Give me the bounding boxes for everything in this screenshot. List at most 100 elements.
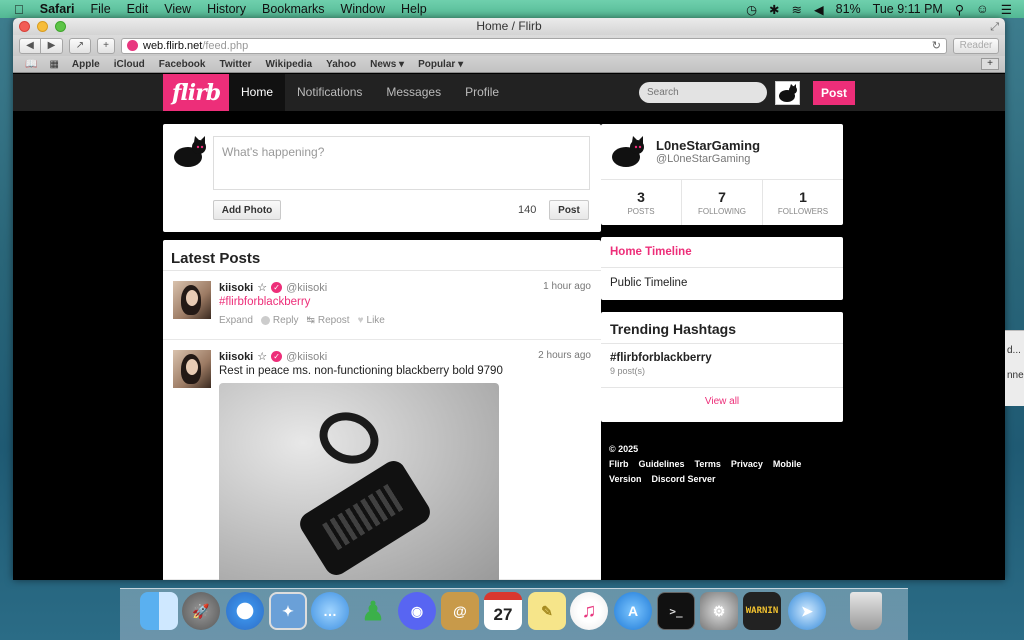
menu-help[interactable]: Help bbox=[393, 2, 435, 16]
forward-button[interactable]: ▶ bbox=[41, 37, 63, 54]
footer-privacy[interactable]: Privacy bbox=[731, 459, 763, 469]
preview-icon[interactable]: ✦ bbox=[269, 592, 307, 630]
console-icon[interactable]: WARNIN bbox=[743, 592, 781, 630]
time-machine-icon[interactable]: ◷ bbox=[740, 2, 763, 17]
apple-menu-icon[interactable]:  bbox=[0, 2, 32, 17]
search-input[interactable] bbox=[639, 82, 767, 103]
post-avatar[interactable] bbox=[173, 350, 211, 388]
stickies-icon[interactable]: ✎ bbox=[528, 592, 566, 630]
public-timeline-link[interactable]: Public Timeline bbox=[601, 268, 843, 299]
share-button[interactable]: ↗ bbox=[69, 37, 91, 54]
bookmark-facebook[interactable]: Facebook bbox=[152, 59, 213, 70]
reading-list-icon[interactable]: 📖 bbox=[19, 59, 43, 70]
discord-icon[interactable]: ◉ bbox=[398, 592, 436, 630]
clock[interactable]: Tue 9:11 PM bbox=[867, 2, 949, 16]
stat-posts[interactable]: 3 POSTS bbox=[601, 180, 682, 225]
compose-input[interactable] bbox=[213, 136, 590, 190]
footer-guidelines[interactable]: Guidelines bbox=[639, 459, 685, 469]
reply-button[interactable]: Reply bbox=[260, 315, 299, 326]
calendar-icon[interactable]: 27 bbox=[484, 592, 522, 630]
contacts-icon[interactable]: @ bbox=[441, 592, 479, 630]
post-username[interactable]: kiisoki bbox=[219, 351, 253, 363]
menu-file[interactable]: File bbox=[83, 2, 119, 16]
messages-icon[interactable]: … bbox=[311, 592, 349, 630]
top-sites-icon[interactable]: ▦ bbox=[43, 59, 64, 70]
menu-history[interactable]: History bbox=[199, 2, 254, 16]
post-username[interactable]: kiisoki bbox=[219, 282, 253, 294]
app-store-icon[interactable]: A bbox=[614, 592, 652, 630]
nav-avatar[interactable] bbox=[775, 81, 800, 105]
menu-edit[interactable]: Edit bbox=[119, 2, 157, 16]
nav-home[interactable]: Home bbox=[229, 74, 286, 111]
user-icon[interactable]: ☺ bbox=[970, 2, 995, 16]
bookmark-popular[interactable]: Popular ▾ bbox=[411, 59, 470, 70]
close-window-button[interactable] bbox=[19, 21, 30, 32]
spotlight-icon[interactable]: ⚲ bbox=[949, 2, 970, 17]
bookmark-apple[interactable]: Apple bbox=[65, 59, 107, 70]
post-timestamp[interactable]: 1 hour ago bbox=[543, 281, 591, 292]
new-tab-button[interactable]: + bbox=[97, 37, 115, 54]
safari-icon[interactable]: ➤ bbox=[788, 592, 826, 630]
view-all-link[interactable]: View all bbox=[601, 388, 843, 407]
system-preferences-icon[interactable]: ⚙ bbox=[700, 592, 738, 630]
nav-profile[interactable]: Profile bbox=[453, 74, 511, 111]
nav-notifications[interactable]: Notifications bbox=[285, 74, 374, 111]
post-handle[interactable]: @kiisoki bbox=[286, 282, 327, 294]
stat-following-label: FOLLOWING bbox=[697, 207, 746, 216]
stat-followers[interactable]: 1 FOLLOWERS bbox=[763, 180, 843, 225]
add-photo-button[interactable]: Add Photo bbox=[213, 200, 281, 220]
finder-icon[interactable] bbox=[140, 592, 178, 630]
repost-button[interactable]: ↹ Repost bbox=[307, 315, 350, 326]
profile-name[interactable]: L0neStarGaming bbox=[656, 138, 760, 153]
messenger-icon[interactable]: ♟ bbox=[354, 592, 392, 630]
post-avatar[interactable] bbox=[173, 281, 211, 319]
footer-terms[interactable]: Terms bbox=[695, 459, 721, 469]
chrome-icon[interactable] bbox=[226, 592, 264, 630]
like-button[interactable]: ♥ Like bbox=[358, 315, 385, 326]
bookmark-news[interactable]: News ▾ bbox=[363, 59, 411, 70]
post-photo[interactable] bbox=[219, 383, 499, 580]
star-icon: ☆ bbox=[257, 282, 268, 294]
stat-following[interactable]: 7 FOLLOWING bbox=[682, 180, 763, 225]
zoom-window-button[interactable] bbox=[55, 21, 66, 32]
battery-status[interactable]: 81% bbox=[830, 2, 867, 16]
itunes-icon[interactable]: ♫ bbox=[570, 592, 608, 630]
bookmark-twitter[interactable]: Twitter bbox=[212, 59, 258, 70]
bookmark-icloud[interactable]: iCloud bbox=[107, 59, 152, 70]
profile-avatar[interactable] bbox=[611, 136, 647, 168]
footer-discord[interactable]: Discord Server bbox=[652, 474, 716, 484]
menu-window[interactable]: Window bbox=[333, 2, 393, 16]
profile-card: L0neStarGaming @L0neStarGaming 3 POSTS 7… bbox=[601, 124, 843, 225]
minimize-window-button[interactable] bbox=[37, 21, 48, 32]
expand-link[interactable]: Expand bbox=[219, 315, 253, 326]
add-bookmark-button[interactable]: + bbox=[981, 58, 999, 70]
nav-messages[interactable]: Messages bbox=[374, 74, 453, 111]
launchpad-icon[interactable]: 🚀 bbox=[182, 592, 220, 630]
bluetooth-icon[interactable]: ✱ bbox=[763, 2, 785, 17]
post-timestamp[interactable]: 2 hours ago bbox=[538, 350, 591, 361]
app-menu[interactable]: Safari bbox=[32, 2, 83, 16]
stat-followers-label: FOLLOWERS bbox=[777, 207, 829, 216]
back-button[interactable]: ◀ bbox=[19, 37, 41, 54]
reload-icon[interactable]: ↻ bbox=[932, 39, 941, 52]
fullscreen-icon[interactable]: ⤢ bbox=[990, 19, 999, 36]
post-hashtag[interactable]: #flirbforblackberry bbox=[219, 296, 310, 308]
trash-icon[interactable] bbox=[850, 592, 882, 630]
address-bar[interactable]: web.flirb.net /feed.php ↻ bbox=[121, 37, 947, 54]
terminal-icon[interactable]: >_ bbox=[657, 592, 695, 630]
wifi-icon[interactable]: ≋ bbox=[786, 2, 808, 17]
trending-hashtag[interactable]: #flirbforblackberry bbox=[601, 344, 843, 364]
notification-center-icon[interactable]: ☰ bbox=[995, 2, 1018, 17]
flirb-logo[interactable]: flirb bbox=[163, 74, 229, 111]
home-timeline-link[interactable]: Home Timeline bbox=[601, 237, 843, 268]
bookmark-wikipedia[interactable]: Wikipedia bbox=[259, 59, 320, 70]
post-handle[interactable]: @kiisoki bbox=[286, 351, 327, 363]
compose-post-button[interactable]: Post bbox=[549, 200, 589, 220]
background-window[interactable]: d... nne bbox=[1005, 330, 1024, 406]
volume-icon[interactable]: ◀ bbox=[808, 2, 830, 17]
bookmark-yahoo[interactable]: Yahoo bbox=[319, 59, 363, 70]
menu-view[interactable]: View bbox=[156, 2, 199, 16]
menu-bookmarks[interactable]: Bookmarks bbox=[254, 2, 333, 16]
reader-button[interactable]: Reader bbox=[953, 37, 999, 54]
nav-post-button[interactable]: Post bbox=[813, 81, 855, 105]
